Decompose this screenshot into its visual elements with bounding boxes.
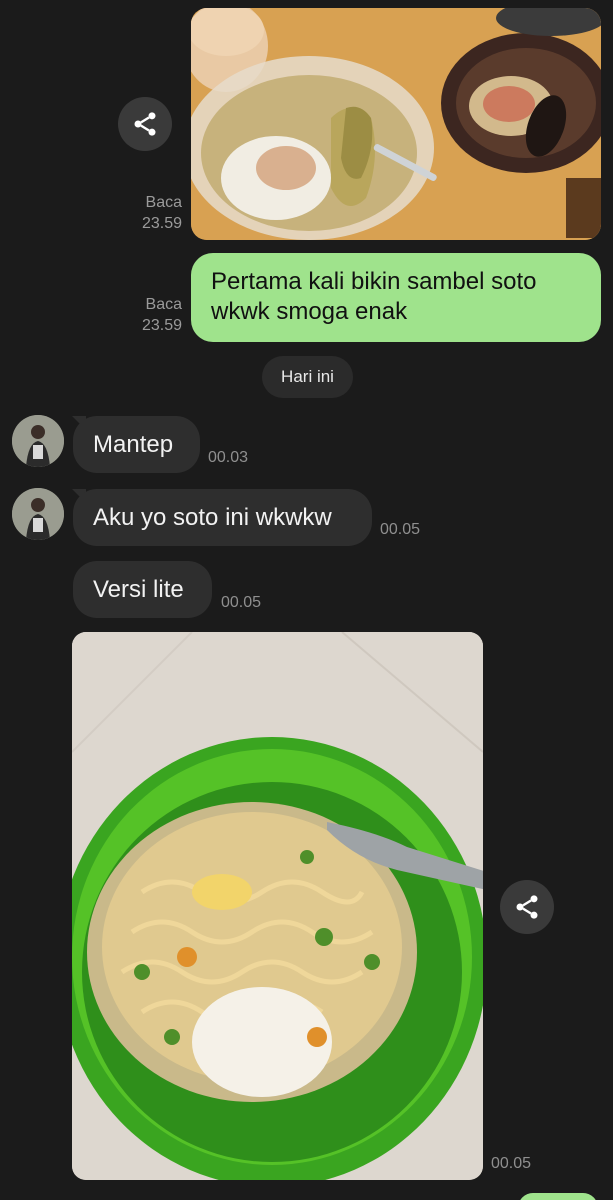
received-message-bubble[interactable]: Aku yo soto ini wkwkw xyxy=(73,489,372,546)
avatar[interactable] xyxy=(12,488,64,540)
date-separator: Hari ini xyxy=(262,356,353,398)
sent-photo-meta: Baca 23.59 xyxy=(120,192,182,234)
message-text: Aku yo soto ini wkwkw xyxy=(93,503,332,531)
share-button-bottom[interactable] xyxy=(500,880,554,934)
contact-photo xyxy=(12,488,64,540)
next-sent-bubble-edge xyxy=(518,1193,598,1200)
message-time: 00.05 xyxy=(221,594,262,611)
chat-screen: Baca 23.59 Baca 23.59 Pertama kali bikin… xyxy=(0,0,613,1200)
message-time: 23.59 xyxy=(141,317,182,334)
share-icon xyxy=(516,895,538,919)
message-text: Versi lite xyxy=(93,575,184,603)
received-photo-noodles[interactable] xyxy=(72,632,483,1180)
message-text-line: Pertama kali bikin sambel soto xyxy=(211,268,537,295)
message-text: Mantep xyxy=(93,430,174,458)
received-message-bubble[interactable]: Mantep xyxy=(73,416,200,473)
message-text-line: wkwk smoga enak xyxy=(211,298,408,325)
message-time: 00.05 xyxy=(491,1155,532,1172)
sent-photo-illustration xyxy=(191,8,601,240)
received-photo-illustration xyxy=(72,632,483,1180)
sent-photo-soto[interactable] xyxy=(191,8,601,240)
received-message-bubble[interactable]: Versi lite xyxy=(73,561,212,618)
read-receipt-label: Baca xyxy=(145,296,182,313)
message-time: 00.03 xyxy=(208,449,249,466)
share-icon xyxy=(134,112,156,136)
message-time: 23.59 xyxy=(141,215,182,232)
share-button-top[interactable] xyxy=(118,97,172,151)
avatar[interactable] xyxy=(12,415,64,467)
sent-text-meta: Baca 23.59 xyxy=(120,294,182,336)
contact-photo xyxy=(12,415,64,467)
read-receipt-label: Baca xyxy=(145,194,182,211)
sent-text-bubble[interactable]: Pertama kali bikin sambel soto wkwk smog… xyxy=(191,253,601,342)
message-time: 00.05 xyxy=(380,521,421,538)
